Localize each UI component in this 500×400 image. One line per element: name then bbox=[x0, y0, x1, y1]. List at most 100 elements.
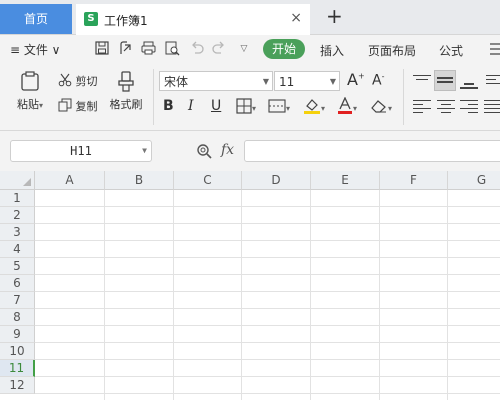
font-name-select[interactable]: 宋体 ▼ bbox=[159, 71, 273, 91]
tab-page-layout[interactable]: 页面布局 bbox=[368, 42, 416, 59]
row-header[interactable]: 7 bbox=[0, 292, 35, 309]
tab-workbook-title: 工作簿1 bbox=[104, 14, 148, 28]
font-color-icon bbox=[338, 96, 352, 114]
chevron-down-icon: ▼ bbox=[329, 77, 336, 86]
zoom-icon[interactable] bbox=[196, 143, 212, 159]
underline-button[interactable]: U bbox=[211, 98, 221, 114]
save-icon[interactable] bbox=[94, 41, 110, 57]
ribbon-separator bbox=[403, 69, 404, 125]
font-size-value: 11 bbox=[279, 75, 295, 89]
fill-color-button[interactable]: ▾ bbox=[303, 97, 325, 118]
select-all-corner[interactable] bbox=[0, 171, 35, 190]
grow-font-button[interactable]: A+ bbox=[347, 70, 365, 89]
gridline bbox=[104, 190, 105, 400]
grow-font-icon: A bbox=[347, 70, 358, 89]
column-header[interactable]: E bbox=[311, 171, 380, 190]
row-header[interactable]: 6 bbox=[0, 275, 35, 292]
italic-button[interactable]: I bbox=[188, 98, 194, 114]
cut-label: 剪切 bbox=[75, 75, 98, 88]
row-header[interactable]: 3 bbox=[0, 224, 35, 241]
borders-icon bbox=[236, 98, 252, 114]
close-icon[interactable]: × bbox=[290, 10, 302, 26]
row-header[interactable]: 8 bbox=[0, 309, 35, 326]
column-header[interactable]: F bbox=[380, 171, 448, 190]
clear-format-button[interactable]: ▾ bbox=[370, 98, 392, 117]
export-icon[interactable] bbox=[117, 41, 133, 57]
shrink-font-button[interactable]: A- bbox=[372, 72, 384, 89]
paste-button[interactable]: 粘贴▾ bbox=[10, 68, 50, 112]
row-header[interactable]: 9 bbox=[0, 326, 35, 343]
font-size-select[interactable]: 11 ▼ bbox=[274, 71, 340, 91]
justify-icon[interactable] bbox=[484, 97, 500, 113]
tab-more[interactable] bbox=[489, 42, 500, 59]
scissors-icon bbox=[58, 73, 72, 87]
borders-button[interactable]: ▾ bbox=[236, 98, 256, 117]
align-bottom-icon[interactable] bbox=[460, 72, 478, 89]
gridline bbox=[241, 190, 242, 400]
font-color-button[interactable]: ▾ bbox=[337, 96, 357, 118]
undo-icon[interactable] bbox=[189, 41, 205, 57]
tab-home-ribbon[interactable]: 开始 bbox=[263, 39, 305, 59]
tab-formulas[interactable]: 公式 bbox=[439, 42, 463, 59]
column-header[interactable]: C bbox=[174, 171, 242, 190]
column-header[interactable]: D bbox=[242, 171, 311, 190]
row-header[interactable]: 12 bbox=[0, 377, 35, 394]
copy-icon bbox=[58, 98, 72, 112]
row-header-active[interactable]: 11 bbox=[0, 360, 35, 377]
copy-button[interactable]: 复制 bbox=[58, 98, 98, 114]
bold-button[interactable]: B bbox=[163, 98, 174, 114]
eraser-icon bbox=[371, 100, 386, 113]
row-header[interactable]: 10 bbox=[0, 343, 35, 360]
align-center-icon[interactable] bbox=[437, 97, 455, 113]
formula-bar: H11 ▼ fx bbox=[0, 131, 500, 171]
row-header[interactable]: 4 bbox=[0, 241, 35, 258]
gridline bbox=[379, 190, 380, 400]
spreadsheet-icon: S bbox=[84, 12, 98, 26]
print-icon[interactable] bbox=[140, 41, 156, 57]
tab-workbook[interactable]: S 工作簿1 × bbox=[76, 4, 310, 35]
spreadsheet-grid[interactable]: A B C D E F G 1 2 3 4 5 6 7 8 9 10 11 12 bbox=[0, 171, 500, 400]
redo-icon[interactable] bbox=[211, 41, 227, 57]
align-top-icon[interactable] bbox=[413, 72, 431, 88]
row-header[interactable]: 2 bbox=[0, 207, 35, 224]
ribbon-separator bbox=[153, 69, 154, 125]
chevron-down-icon: ▼ bbox=[262, 77, 269, 86]
clipboard-icon bbox=[21, 71, 39, 91]
tab-insert[interactable]: 插入 bbox=[320, 42, 344, 59]
add-tab-button[interactable]: + bbox=[326, 5, 343, 27]
file-menu[interactable]: ≡ 文件 ∨ bbox=[10, 41, 60, 58]
customize-toolbar-icon[interactable]: ▽ bbox=[236, 41, 252, 57]
brush-icon bbox=[118, 71, 134, 92]
format-painter-button[interactable]: 格式刷 bbox=[104, 68, 148, 112]
copy-label: 复制 bbox=[75, 100, 98, 113]
font-name-value: 宋体 bbox=[164, 75, 189, 89]
cell-style-icon bbox=[268, 99, 286, 113]
cell-style-button[interactable]: ▾ bbox=[268, 98, 290, 117]
align-left-icon[interactable] bbox=[413, 97, 431, 113]
chevron-down-icon: ▼ bbox=[142, 146, 147, 155]
shrink-font-icon: A bbox=[372, 72, 382, 89]
row-header[interactable]: 5 bbox=[0, 258, 35, 275]
print-preview-icon[interactable] bbox=[164, 41, 180, 57]
gridline bbox=[310, 190, 311, 400]
name-box-value: H11 bbox=[70, 144, 92, 158]
paint-bucket-icon bbox=[304, 99, 320, 114]
name-box[interactable]: H11 ▼ bbox=[10, 140, 152, 162]
menu-row: ≡ 文件 ∨ ▽ 开始 插入 页面布局 公式 bbox=[0, 35, 500, 64]
tab-home[interactable]: 首页 bbox=[0, 4, 72, 34]
paste-label: 粘贴 bbox=[16, 98, 39, 111]
select-all-icon bbox=[23, 178, 31, 186]
gridline bbox=[173, 190, 174, 400]
function-icon[interactable]: fx bbox=[221, 142, 234, 158]
cut-button[interactable]: 剪切 bbox=[58, 73, 98, 89]
column-header[interactable]: B bbox=[105, 171, 174, 190]
align-middle-icon[interactable] bbox=[434, 70, 456, 91]
format-painter-label: 格式刷 bbox=[109, 98, 143, 111]
gridline bbox=[447, 190, 448, 400]
align-right-icon[interactable] bbox=[460, 97, 478, 113]
wrap-text-icon[interactable] bbox=[486, 72, 500, 88]
row-header[interactable]: 1 bbox=[0, 190, 35, 207]
column-header[interactable]: G bbox=[448, 171, 500, 190]
column-header[interactable]: A bbox=[35, 171, 105, 190]
formula-input[interactable] bbox=[244, 140, 500, 162]
